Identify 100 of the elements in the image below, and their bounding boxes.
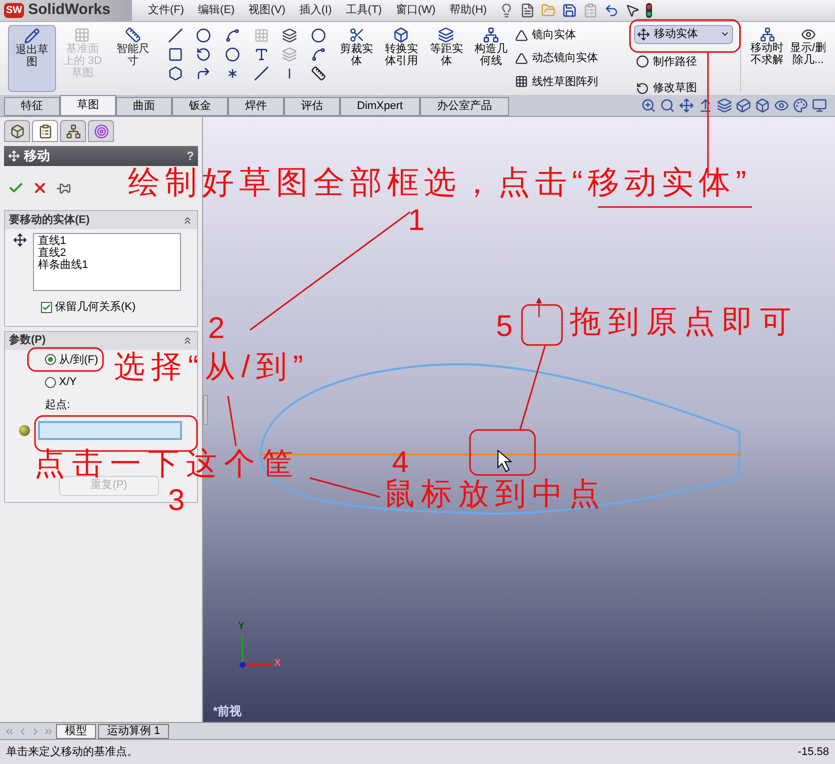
- ribbon-button[interactable]: 线性草图阵列: [515, 74, 632, 90]
- menu-item[interactable]: 视图(V): [248, 2, 286, 19]
- monitor-icon[interactable]: [812, 98, 827, 113]
- checkbox[interactable]: [41, 302, 52, 313]
- polygon-icon[interactable]: [168, 66, 183, 81]
- field-label: 起点:: [45, 398, 70, 410]
- ribbon-button[interactable]: 修改草图: [634, 80, 734, 96]
- step-number: 4: [392, 448, 409, 478]
- cube-icon[interactable]: [736, 98, 751, 113]
- ribbon-button[interactable]: 智能尺寸: [109, 25, 157, 92]
- text-icon[interactable]: [254, 47, 269, 62]
- tab[interactable]: 草图: [60, 95, 116, 116]
- collapse-handle[interactable]: [203, 395, 208, 425]
- pencil-icon: [24, 28, 40, 44]
- property-icon[interactable]: [32, 120, 58, 142]
- tab[interactable]: 模型: [56, 724, 96, 738]
- collapse-icon[interactable]: [182, 335, 193, 346]
- triangle-icon: [515, 52, 528, 65]
- eye-icon: [800, 27, 816, 42]
- circle-icon[interactable]: [196, 28, 212, 43]
- menu-item[interactable]: 文件(F): [148, 2, 184, 19]
- zoom-icon[interactable]: [641, 98, 656, 113]
- step-number: 1: [408, 206, 425, 236]
- pan-icon[interactable]: [679, 98, 694, 113]
- origin-icon: [536, 297, 542, 318]
- ribbon-button[interactable]: 制作路径: [634, 54, 734, 70]
- group-title: 要移动的实体(E): [9, 212, 90, 228]
- loop-icon: [636, 55, 650, 68]
- pin-icon[interactable]: [56, 180, 71, 196]
- input-field[interactable]: [38, 420, 182, 440]
- move-entities-icon: [13, 233, 27, 247]
- list-item[interactable]: 样条曲线1: [38, 259, 176, 271]
- menu-item[interactable]: 插入(I): [299, 2, 332, 19]
- new-file-icon[interactable]: [520, 3, 535, 18]
- collapse-icon[interactable]: [182, 214, 193, 226]
- leader-line: [310, 477, 380, 498]
- annotation-text: 绘制好草图全部框选，点击“移动实体”: [128, 166, 752, 198]
- ruler-icon[interactable]: [311, 66, 326, 81]
- box-icon[interactable]: [755, 98, 770, 113]
- menu-item[interactable]: 帮助(H): [450, 2, 487, 19]
- logo-badge: SW: [4, 3, 24, 18]
- checkbox-label: 保留几何关系(K): [55, 300, 136, 315]
- spline-icon[interactable]: [225, 28, 240, 43]
- palette-icon[interactable]: [793, 98, 808, 113]
- normal-icon[interactable]: [698, 98, 713, 113]
- ribbon-button[interactable]: 剪裁实体: [336, 25, 378, 92]
- tab[interactable]: DimXpert: [340, 97, 420, 116]
- tab[interactable]: 焊件: [228, 97, 284, 116]
- traffic-light-icon[interactable]: [646, 3, 652, 18]
- pointer-icon[interactable]: [624, 3, 640, 18]
- radio-button[interactable]: [45, 376, 56, 388]
- target-icon[interactable]: [88, 120, 114, 142]
- app-name: SolidWorks: [28, 0, 110, 20]
- triangle-icon: [515, 28, 528, 42]
- help-button[interactable]: ?: [186, 147, 194, 165]
- menu-item[interactable]: 编辑(E): [198, 2, 235, 19]
- radio-label: X/Y: [59, 375, 77, 390]
- annotation-text: 鼠标放到中点: [384, 478, 606, 509]
- line-icon[interactable]: [168, 28, 183, 43]
- ribbon-button[interactable]: 构造几何线: [470, 25, 512, 92]
- list-item[interactable]: 直线1: [38, 235, 176, 247]
- radio-button[interactable]: [45, 354, 56, 366]
- cancel-icon[interactable]: [32, 180, 48, 196]
- ribbon-button[interactable]: 移动实体: [634, 25, 734, 44]
- radio-label: 从/到(F): [59, 352, 98, 368]
- menu-item[interactable]: 工具(T): [346, 2, 382, 19]
- curve-icon[interactable]: [311, 47, 326, 62]
- ribbon-button[interactable]: 退出草图: [8, 25, 56, 92]
- menu-item[interactable]: 窗口(W): [396, 2, 436, 19]
- ribbon-button[interactable]: 等距实体: [425, 25, 468, 92]
- annotation-text: 选择“从/到”: [114, 351, 310, 382]
- layers-icon[interactable]: [282, 28, 298, 43]
- tab[interactable]: 运动算例 1: [98, 724, 170, 738]
- ribbon-button[interactable]: 移动时不求解: [748, 25, 786, 92]
- ribbon-button[interactable]: 动态镜向实体: [515, 50, 632, 67]
- tab[interactable]: 评估: [284, 97, 340, 116]
- tab[interactable]: 曲面: [116, 97, 172, 116]
- rectangle-icon[interactable]: [168, 47, 183, 62]
- tab[interactable]: 钣金: [172, 97, 228, 116]
- ribbon-button[interactable]: 转换实体引用: [380, 25, 422, 92]
- group-title: 参数(P): [9, 332, 46, 348]
- undo-icon[interactable]: [604, 3, 619, 18]
- step-number: 3: [168, 486, 185, 516]
- scissors-icon: [348, 27, 365, 43]
- tab[interactable]: 办公室产品: [420, 97, 509, 116]
- rotate-icon: [636, 82, 650, 95]
- list-item[interactable]: 直线2: [38, 247, 176, 259]
- ribbon-button[interactable]: 显示/删除几...: [789, 25, 827, 92]
- annotation-text: 拖到原点即可: [570, 306, 798, 337]
- leader-line: [227, 396, 237, 446]
- status-message: 单击来定义移动的基准点。: [6, 744, 138, 760]
- ribbon-button[interactable]: 镜向实体: [515, 27, 632, 44]
- cube-icon: [393, 27, 410, 43]
- save-icon[interactable]: [562, 3, 577, 18]
- tab[interactable]: 特征: [4, 97, 60, 116]
- panel-title: 移动: [24, 147, 50, 166]
- axis-label: Y: [238, 620, 245, 634]
- entity-list[interactable]: 直线1 直线2 样条曲线1: [33, 233, 181, 291]
- search-icon[interactable]: [660, 98, 675, 113]
- status-value: -15.58: [798, 744, 829, 760]
